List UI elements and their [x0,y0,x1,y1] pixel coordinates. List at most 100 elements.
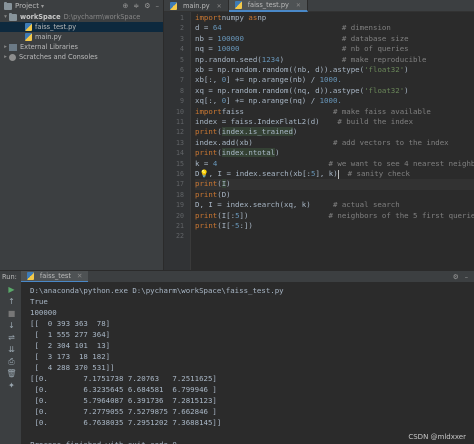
code-line[interactable]: importnumpy asnp [195,13,474,23]
console-line: 100000 [30,308,57,317]
code-line[interactable]: print(index.is_trained) [195,127,474,137]
code-line[interactable]: d = 64 # dimension [195,23,474,33]
code-token: (D) [217,189,231,199]
console-line: [ 3 173 18 182] [30,352,111,361]
pin-icon[interactable]: ✦ [6,381,17,391]
code-line[interactable]: print(index.ntotal) [195,148,474,158]
code-token: print [195,127,218,137]
down-arrow-icon[interactable]: ↓ [6,321,17,331]
code-token: xq[:, [195,96,222,106]
editor-tab[interactable]: faiss_test.py ✕ [228,0,308,12]
console-line: [0. 6.7638035 7.2951202 7.3688145]] [30,418,222,427]
code-token: print [195,221,218,230]
line-number: 16 [176,170,184,178]
console-output[interactable]: D:\anaconda\python.exe D:\pycharm\workSp… [22,282,474,444]
code-token: # we want to see 4 nearest neighbors [328,158,474,168]
code-token: 10000 [217,44,240,54]
chevron-right-icon[interactable]: ▸ [2,42,9,52]
tree-item[interactable]: ▸ External Libraries [0,42,163,52]
tree-item[interactable]: faiss_test.py [0,22,163,32]
code-line[interactable]: print(D) [195,190,474,200]
code-line[interactable]: print(I[:5]) # neighbors of the 5 first … [195,211,474,221]
code-line[interactable]: print(I[-5:]) [195,221,474,231]
code-line[interactable]: xb[:, 0] += np.arange(nb) / 1000. [195,75,474,85]
rerun-icon[interactable]: ▶ [6,285,17,295]
code-line[interactable]: xq = np.random.random((nq, d)).astype('f… [195,86,474,96]
code-line[interactable]: print(I) [195,179,474,190]
chevron-down-icon[interactable]: ▾ [41,3,44,10]
line-number: 8 [180,86,184,95]
code-token: :]) [239,221,253,230]
code-line[interactable]: xb = np.random.random((nb, d)).astype('f… [195,65,474,75]
code-token: index = faiss.IndexFlatL2(d) [195,117,338,126]
code-token: ) [292,127,298,137]
project-tool-window: Project ▾ ⊕ ≑ ⚙ – ▾ workSpace D:\pycharm\w… [0,0,164,270]
line-number: 22 [176,232,184,241]
stop-icon[interactable]: ■ [6,309,17,319]
tree-item[interactable]: ▸ Scratches and Consoles [0,52,163,62]
wrap-icon[interactable]: ⇌ [6,333,17,343]
project-folder-icon [4,1,12,10]
code-line[interactable]: index = faiss.IndexFlatL2(d) # build the… [195,117,474,127]
collapse-all-icon[interactable]: ≑ [133,2,139,10]
editor-tab[interactable]: main.py ✕ [164,0,229,12]
close-icon[interactable]: ✕ [296,2,301,9]
code-line[interactable]: importfaiss # make faiss available [195,107,474,117]
tree-item[interactable]: ▾ workSpace D:\pycharm\workSpace [0,12,163,22]
console-line: [ 4 288 370 531]] [30,363,115,372]
code-line[interactable]: D, I = index.search(xq, k) # actual sear… [195,200,474,210]
code-line[interactable]: index.add(xb) # add vectors to the index [195,138,474,148]
run-config-tab[interactable]: faiss_test ✕ [20,270,89,283]
code-token: , I = index.search(xb[: [208,169,311,178]
code-line[interactable]: D💡, I = index.search(xb[:5], k) # sanity… [195,169,474,179]
code-line[interactable] [195,231,474,241]
code-token: (I[: [217,210,236,220]
project-title[interactable]: Project [15,2,39,10]
line-number: 15 [176,159,184,168]
code-token: ) [404,65,409,74]
code-token: import [195,13,222,22]
tree-item[interactable]: main.py [0,32,163,42]
scroll-to-end-icon[interactable]: ⇊ [6,345,17,355]
code-token: D, I = index.search(xq, k) [195,200,333,210]
gear-icon[interactable]: ⚙ [453,273,459,281]
code-token: index.is_trained [221,127,293,137]
code-line[interactable]: nq = 10000 # nb of queries [195,44,474,54]
up-arrow-icon[interactable]: ↑ [6,297,17,307]
code-line[interactable]: nb = 100000 # database size [195,34,474,44]
python-file-icon [25,33,32,41]
tree-item-label: Scratches and Consoles [19,53,98,61]
chevron-right-icon[interactable]: ▸ [2,52,9,62]
code-line[interactable]: k = 4 # we want to see 4 nearest neighbo… [195,159,474,169]
trash-icon[interactable]: 🗑 [6,369,17,379]
scratches-icon [9,53,16,61]
chevron-down-icon[interactable]: ▾ [2,12,9,22]
code-token: 100000 [217,33,244,43]
close-icon[interactable]: ✕ [217,3,222,10]
code-token: print [195,148,218,158]
locate-icon[interactable]: ⊕ [122,2,128,10]
line-number: 4 [180,45,184,54]
console-line: [ 1 555 277 364] [30,330,111,339]
line-number: 12 [176,128,184,137]
code-token: print [195,189,218,199]
gear-icon[interactable]: ⚙ [144,2,150,10]
run-label: Run: [2,272,17,281]
close-icon[interactable]: ✕ [77,272,83,280]
code-token: xq = np.random.random((nq, d)).astype( [195,85,365,95]
run-toolbar: ▶ ↑ ■ ↓ ⇌ ⇊ ⎙ 🗑 ✦ [0,282,22,444]
code-token: numpy [221,13,249,22]
lightbulb-icon[interactable]: 💡 [199,169,208,178]
hide-icon[interactable]: – [465,273,468,281]
code-line[interactable]: xq[:, 0] += np.arange(nq) / 1000. [195,96,474,106]
print-icon[interactable]: ⎙ [6,357,17,367]
library-icon [9,43,17,51]
code-line[interactable]: np.random.seed(1234) # make reproducible [195,55,474,65]
code-editor[interactable]: 1 2 3 4 5 6 7 8 9 10 11 12 13 14 15 16 17 18 19 20 21 22 impo… [164,12,474,270]
hide-icon[interactable]: – [156,2,160,10]
code-token: print [195,210,218,220]
editor-tab-bar: main.py ✕ faiss_test.py ✕ [164,0,474,12]
code-token: ] += np.arange(nq) / [226,96,320,106]
